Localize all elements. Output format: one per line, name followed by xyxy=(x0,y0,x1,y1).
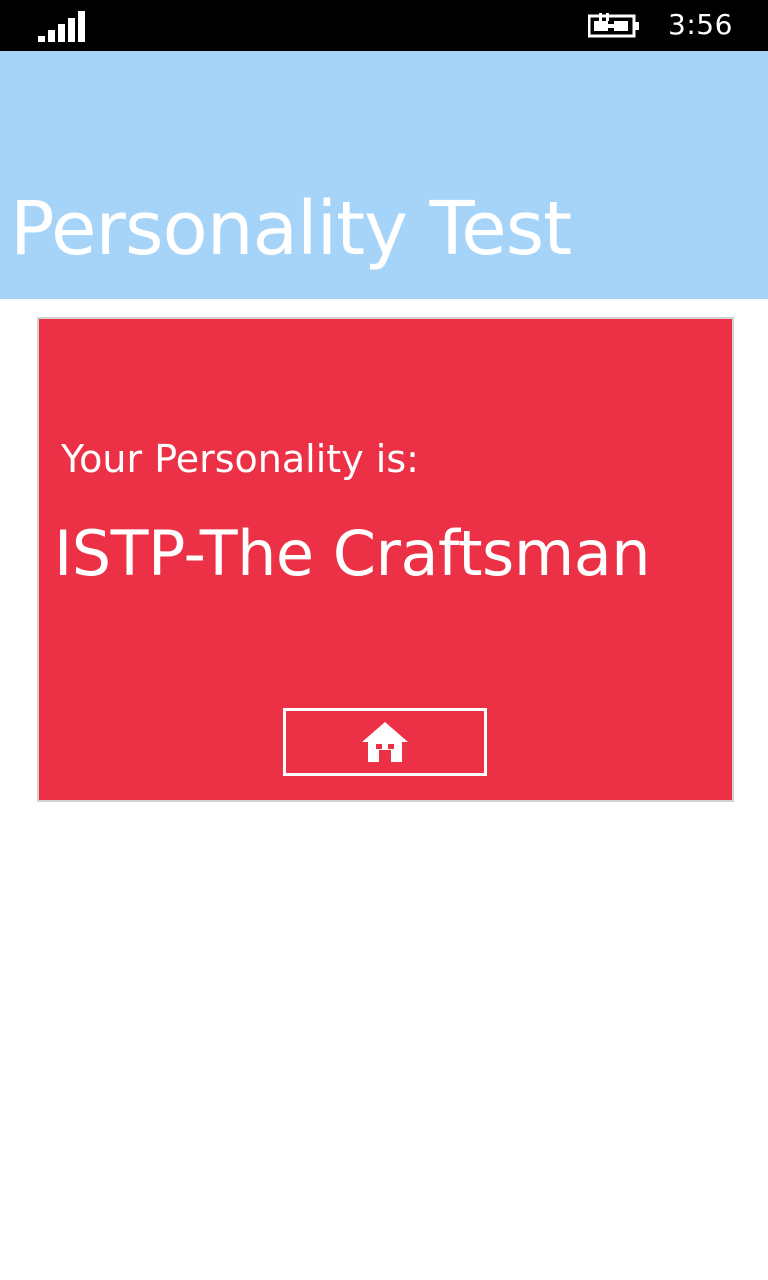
status-time: 3:56 xyxy=(668,8,733,41)
home-icon xyxy=(362,722,408,762)
app-header: Personality Test xyxy=(0,51,768,299)
page-title: Personality Test xyxy=(10,186,572,272)
status-bar: 3:56 xyxy=(0,0,768,51)
personality-type: ISTP-The Craftsman xyxy=(54,517,651,590)
signal-strength-icon xyxy=(38,11,85,42)
result-label: Your Personality is: xyxy=(61,437,419,481)
home-button[interactable] xyxy=(283,708,487,776)
result-card: Your Personality is: ISTP-The Craftsman xyxy=(37,317,734,802)
battery-charging-icon xyxy=(588,13,639,38)
